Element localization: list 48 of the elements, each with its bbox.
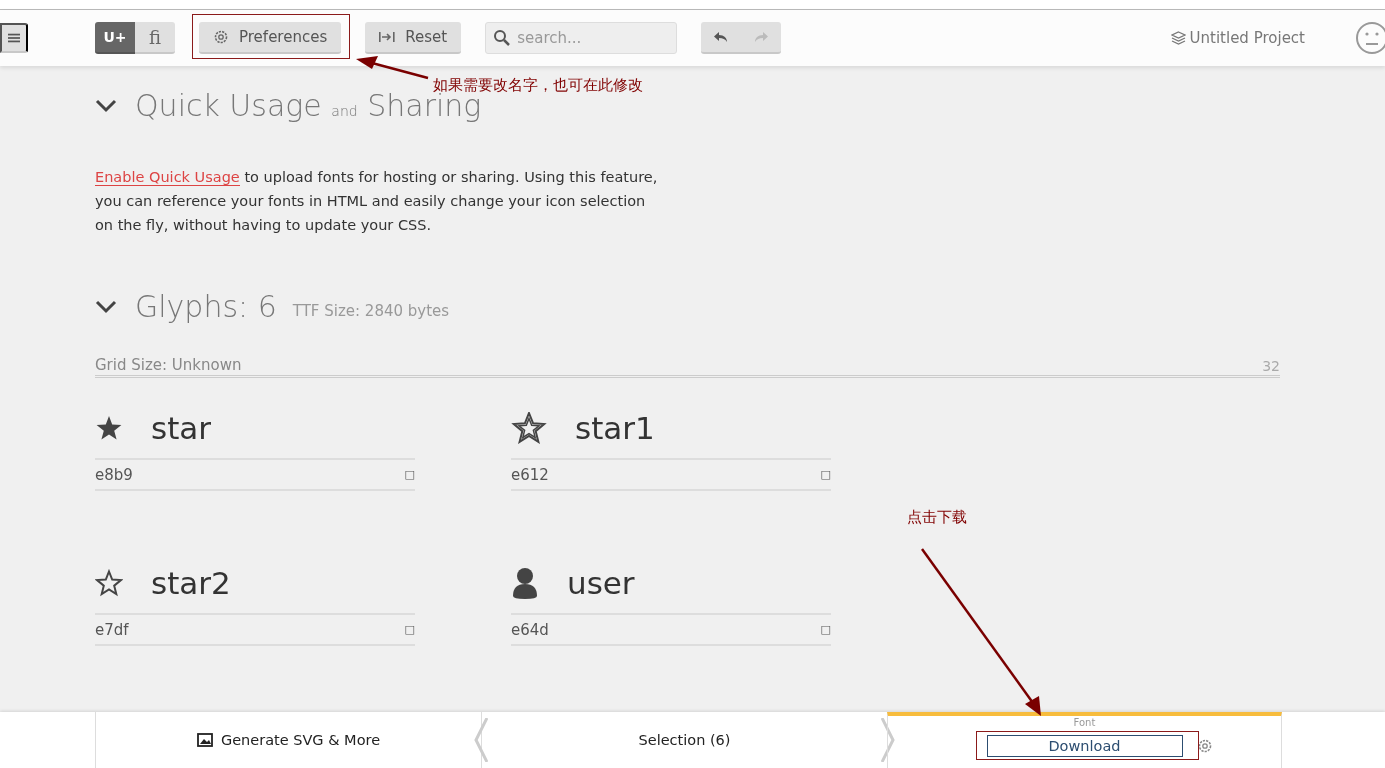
image-icon — [196, 733, 213, 747]
glyph-preview: □ — [820, 623, 831, 636]
search-field[interactable]: search... — [485, 22, 678, 54]
grid-size-value: 32 — [1262, 358, 1280, 374]
glyph-name: user — [567, 565, 635, 601]
undo-button[interactable] — [701, 22, 742, 54]
chevron-down-icon[interactable] — [95, 299, 117, 314]
glyph-code: e7df — [95, 620, 129, 639]
download-button[interactable]: Download — [986, 735, 1183, 757]
menu-button[interactable] — [0, 23, 28, 53]
redo-icon — [753, 30, 770, 44]
generate-svg-button[interactable]: Generate SVG & More — [220, 732, 381, 748]
mode-toggle-button[interactable]: ﬁ — [135, 22, 175, 54]
grid-size-label: Grid Size: Unknown — [95, 356, 242, 374]
star-icon — [95, 414, 123, 442]
neutral-face-icon[interactable] — [1355, 21, 1385, 55]
chevron-left-icon — [474, 718, 488, 762]
chevron-down-icon[interactable] — [95, 98, 117, 113]
menu-icon — [8, 32, 20, 44]
glyph-preview: □ — [820, 468, 831, 481]
star-outline-icon — [95, 569, 123, 597]
font-label: Font — [1073, 717, 1096, 728]
user-icon — [511, 567, 539, 599]
annotation-text: 点击下载 — [907, 508, 967, 527]
quick-usage-description: Enable Quick Usage to upload fonts for hosting or sharing. Using this feature, you can reference your fonts in HTML and easily change your icon selection on the fly, without having to update your CSS. — [95, 168, 659, 235]
glyph-name: star1 — [575, 410, 655, 446]
settings-icon[interactable] — [1197, 738, 1213, 754]
ttf-size: TTF Size: 2840 bytes — [292, 302, 450, 322]
glyph-code: e8b9 — [95, 465, 133, 484]
section-title: Glyphs: 6 — [135, 289, 277, 324]
glyph-name: star2 — [151, 565, 231, 601]
glyph-preview: □ — [404, 623, 415, 636]
layers-icon — [1170, 31, 1186, 45]
undo-icon — [713, 30, 730, 44]
project-name[interactable]: Untitled Project — [1189, 29, 1305, 47]
glyph-code: e64d — [511, 620, 549, 639]
settings-icon — [213, 29, 229, 45]
star-outline-icon — [511, 412, 547, 444]
enable-quick-usage-link[interactable]: Enable Quick Usage — [95, 169, 240, 186]
arrow-to-bar-icon — [379, 31, 396, 43]
glyph-preview: □ — [404, 468, 415, 481]
glyph-code: e612 — [511, 465, 549, 484]
chevron-right-icon — [881, 718, 895, 762]
selection-tab[interactable]: Selection (6) — [638, 732, 731, 748]
glyph-name: star — [151, 410, 212, 446]
reset-button[interactable]: Reset — [365, 22, 462, 54]
preferences-button[interactable]: Preferences — [199, 22, 342, 54]
mode-toggle-button[interactable]: U+ — [95, 22, 135, 54]
